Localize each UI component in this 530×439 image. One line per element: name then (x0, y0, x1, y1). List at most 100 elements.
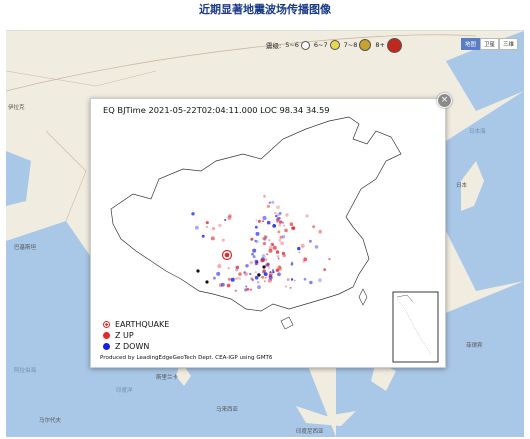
station-up-dot (284, 228, 288, 233)
station-up-dot (246, 287, 250, 291)
station-up-dot (277, 230, 281, 234)
station-up-dot (300, 243, 305, 248)
station-up-dot (267, 278, 272, 283)
station-up-dot (238, 277, 241, 280)
station-up-dot (250, 237, 254, 241)
station-down-dot (277, 272, 281, 277)
station-up-dot (210, 236, 215, 241)
wavefield-popup: EQ BJTime 2021-05-22T02:04:11.000 LOC 98… (90, 98, 446, 368)
legend-item-7-8: 7~8 (344, 39, 372, 51)
yellow-dot-icon (329, 40, 340, 50)
station-up-dot (282, 253, 286, 258)
legend-item-6-7: 6~7 (314, 40, 340, 50)
station-down-dot (271, 200, 275, 204)
station-up-dot (227, 267, 230, 270)
station-up-dot (284, 285, 287, 288)
station-up-dot (312, 225, 315, 229)
station-up-dot (255, 219, 258, 222)
station-down-dot (276, 255, 280, 258)
blue-dot-icon (103, 343, 110, 350)
station-black-dot (257, 273, 261, 277)
station-up-dot (285, 213, 289, 217)
magnitude-legend: 震级: 5~6 6~7 7~8 8+ (266, 34, 402, 56)
station-down-dot (255, 231, 260, 236)
station-up-dot (226, 283, 231, 288)
station-down-dot (245, 264, 249, 268)
station-down-dot (266, 262, 270, 266)
station-up-dot (263, 195, 266, 198)
station-up-dot (205, 221, 209, 225)
station-up-dot (318, 229, 322, 234)
station-down-dot (216, 271, 221, 276)
station-up-dot (217, 264, 222, 269)
station-up-dot (291, 226, 295, 230)
station-up-dot (278, 238, 282, 242)
station-up-dot (323, 268, 327, 271)
station-up-dot (235, 265, 240, 270)
station-up-dot (250, 277, 253, 280)
station-down-dot (191, 212, 195, 216)
legend-item-8-plus: 8+ (375, 37, 402, 53)
station-black-dot (196, 269, 200, 273)
epicenter-core (224, 252, 230, 258)
legend-z-up: Z UP (103, 330, 169, 341)
station-down-dot (224, 219, 227, 221)
station-down-dot (257, 285, 261, 290)
map-label-pakistan: 巴基斯坦 (14, 245, 37, 251)
station-up-dot (249, 288, 252, 291)
station-up-dot (227, 277, 231, 281)
station-up-dot (289, 222, 294, 226)
map-label-indian-ocean: 印度洋 (116, 388, 133, 394)
map-type-3d-button[interactable]: 三维 (498, 38, 518, 50)
station-down-dot (254, 259, 259, 264)
red-dot-icon (386, 37, 402, 53)
map-type-map-button[interactable]: 地图 (460, 38, 480, 50)
station-down-dot (303, 277, 307, 281)
map-label-philippines: 菲律宾 (466, 343, 483, 349)
station-down-dot (243, 271, 246, 274)
map-type-satellite-button[interactable]: 卫星 (479, 38, 499, 50)
station-down-dot (278, 217, 281, 220)
station-down-dot (263, 272, 268, 276)
station-up-dot (262, 241, 266, 246)
station-up-dot (266, 253, 269, 256)
china-outline (110, 116, 402, 312)
pacific-north (446, 91, 524, 291)
map-label-indonesia: 印度尼西亚 (296, 429, 324, 435)
station-down-dot (254, 275, 259, 280)
station-up-dot (305, 214, 309, 218)
station-down-dot (281, 221, 284, 224)
map-label-maldives: 马尔代夫 (39, 418, 62, 424)
station-down-dot (245, 285, 248, 288)
station-up-dot (212, 227, 216, 231)
station-down-dot (212, 276, 216, 280)
station-down-dot (252, 255, 256, 259)
station-up-dot (264, 276, 267, 279)
map-label-arabian-sea: 阿拉伯海 (14, 368, 37, 374)
station-up-dot (267, 266, 271, 269)
station-up-dot (278, 220, 283, 224)
station-up-dot (286, 278, 290, 281)
station-down-dot (271, 243, 275, 247)
station-down-dot (251, 252, 254, 256)
taiwan-outline (358, 288, 368, 306)
station-up-dot (257, 219, 261, 223)
station-black-dot (262, 265, 266, 269)
station-up-dot (275, 250, 280, 254)
station-up-dot (228, 214, 232, 218)
station-up-dot (234, 289, 237, 292)
station-up-dot (254, 271, 257, 274)
station-up-dot (280, 241, 284, 246)
station-up-dot (264, 258, 268, 262)
station-up-dot (278, 223, 282, 227)
map-label-malaysia: 马来西亚 (216, 407, 239, 413)
red-dot-icon (103, 332, 110, 339)
station-up-dot (262, 220, 264, 223)
figure-credit: Produced by LeadingEdgeGeoTech Dept. CEA… (100, 355, 273, 361)
station-up-dot (268, 239, 271, 242)
station-up-dot (298, 251, 301, 254)
station-up-dot (272, 245, 277, 250)
legend-z-down: Z DOWN (103, 341, 169, 352)
station-down-dot (272, 269, 274, 271)
close-popup-button[interactable]: × (437, 93, 452, 108)
